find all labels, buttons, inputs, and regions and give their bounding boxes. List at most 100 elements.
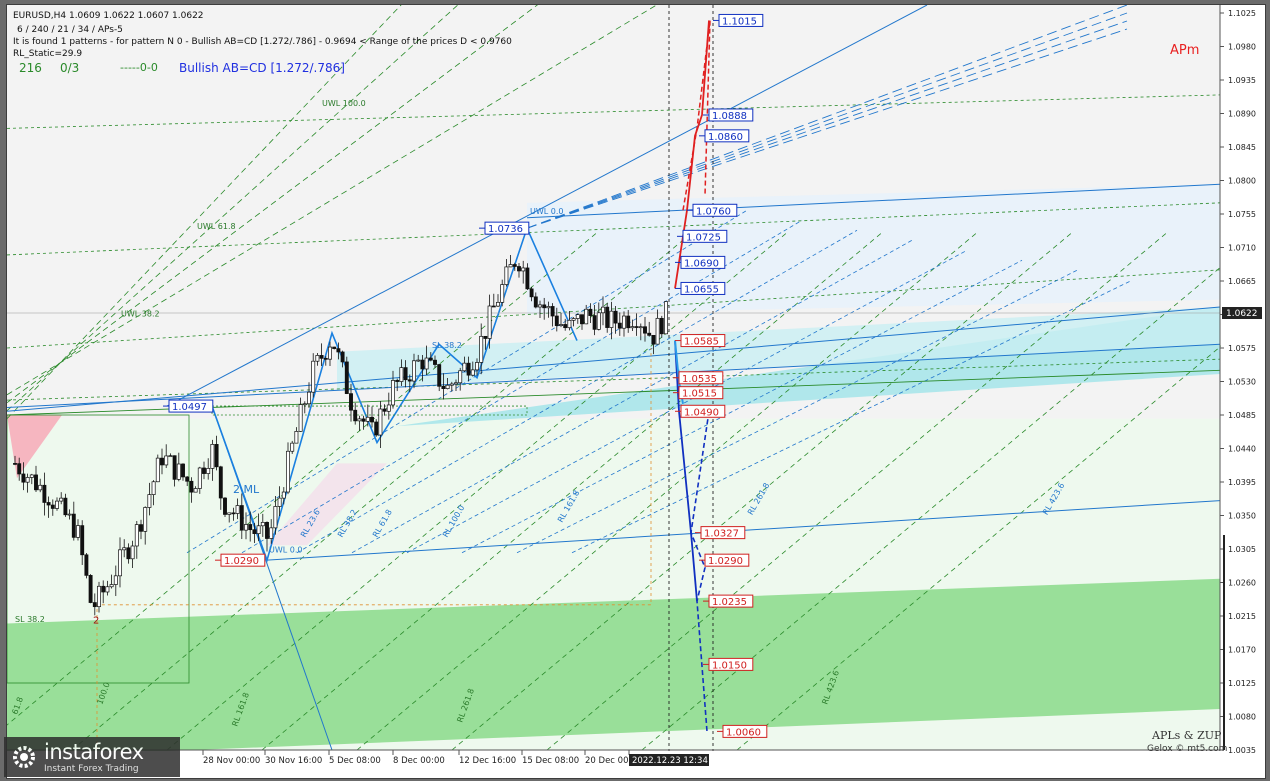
candle-body [441,385,446,389]
candle-body [361,418,366,422]
candle-body [512,264,517,267]
candle-body [172,455,177,480]
candle-body [596,312,601,330]
y-tick-label: 1.0755 [1228,210,1256,219]
candle-body [638,326,643,329]
target-down-label: 1.0327 [704,529,739,540]
candle-body [609,310,614,328]
candle-body [42,484,47,503]
logo-name: instaforex [44,740,144,764]
candle-body [109,584,114,588]
candle-body [357,418,362,422]
candle-body [462,362,467,372]
candle-body [428,357,433,361]
candle-body [67,513,72,516]
candle-body [63,497,68,516]
y-tick-label: 1.0530 [1228,378,1256,387]
candle-body [197,467,202,489]
candle-body [353,409,358,422]
candle-body [370,416,374,423]
candle-body [25,477,30,483]
candle-body [567,319,572,329]
candle-body [231,512,236,515]
x-tick-label: 5 Dec 08:00 [329,756,381,766]
stat-ratio: 0/3 [60,61,80,75]
candle-body [113,575,118,585]
candle-body [126,547,131,560]
candle-body [470,369,475,376]
candle-body [46,502,51,506]
candle-body [479,335,484,363]
y-tick-label: 1.0665 [1228,277,1256,286]
target-down-label: 1.0585 [684,337,719,348]
blue-fan-label: UWL 0.0 [269,546,303,555]
candle-body [630,326,635,329]
stat-dashes: -----0-0 [120,61,158,74]
candle-body [575,314,580,319]
candle-body [433,359,437,365]
apm-label: APm [1170,43,1200,58]
candle-body [118,549,122,577]
candle-body [193,488,198,493]
candle-body [101,585,106,593]
candle-body [29,474,34,478]
candle-body [391,380,395,406]
candle-body [38,484,43,491]
header-params-line: 6 / 240 / 21 / 34 / APs-5 [17,25,123,35]
blue-fan-label: UWL 0.0 [530,207,564,216]
candle-body [491,305,496,308]
candle-body [160,457,164,466]
candle-body [525,267,530,290]
candle-body [504,266,509,285]
target-down-label: 1.0290 [708,556,743,567]
candle-body [76,525,80,538]
target-down-label: 1.0150 [712,660,747,671]
y-tick-label: 1.0935 [1228,76,1256,85]
candle-body [634,326,639,328]
y-tick-label: 1.0260 [1228,579,1256,588]
candle-body [483,335,488,339]
instaforex-logo: instaforex Instant Forex Trading [4,737,180,777]
candle-body [613,310,618,324]
candle-body [378,408,383,436]
candle-body [71,513,76,538]
candle-body [496,301,500,307]
logo-tagline: Instant Forex Trading [44,764,139,774]
y-tick-label: 1.0710 [1228,244,1256,253]
current-price-label: 1.0622 [1226,309,1258,319]
candle-body [122,547,127,551]
target-up-label: 1.0655 [684,284,719,295]
candle-body [554,315,559,326]
candle-body [223,497,227,515]
price-chart[interactable]: 1.1015 1.0888 1.0860 1.0760 1.0725 1.0690 1.06… [7,5,1265,778]
y-tick-label: 1.0215 [1228,612,1256,621]
pivot-label: 1.0497 [172,402,207,413]
candle-body [508,264,513,268]
candle-body [202,467,206,474]
candle-body [416,359,421,362]
y-tick-label: 1.0350 [1228,512,1256,521]
blue-fan-label: 2 ML [233,483,260,496]
target-up-label: 1.0860 [708,132,743,143]
candle-body [386,404,391,412]
candle-body [332,346,337,349]
x-tick-label: 12 Dec 16:00 [459,756,516,766]
candle-body [147,494,152,508]
green-fan-label: UWL 61.8 [197,222,236,231]
candle-body [277,497,282,507]
candle-body [382,408,387,412]
candle-body [475,362,479,371]
y-tick-label: 1.0800 [1228,177,1256,186]
target-up-label: 1.0888 [712,111,747,122]
candle-body [592,315,597,330]
candle-body [664,301,668,335]
candle-body [80,525,85,556]
y-tick-label: 1.0080 [1228,713,1256,722]
candle-body [538,304,542,308]
green-fan-label: UWL 100.0 [322,99,366,108]
blue-zone [527,184,1220,315]
candle-body [437,364,442,387]
candle-body [214,444,219,468]
y-axis-panel [1221,5,1265,778]
y-tick-label: 1.0305 [1228,545,1256,554]
